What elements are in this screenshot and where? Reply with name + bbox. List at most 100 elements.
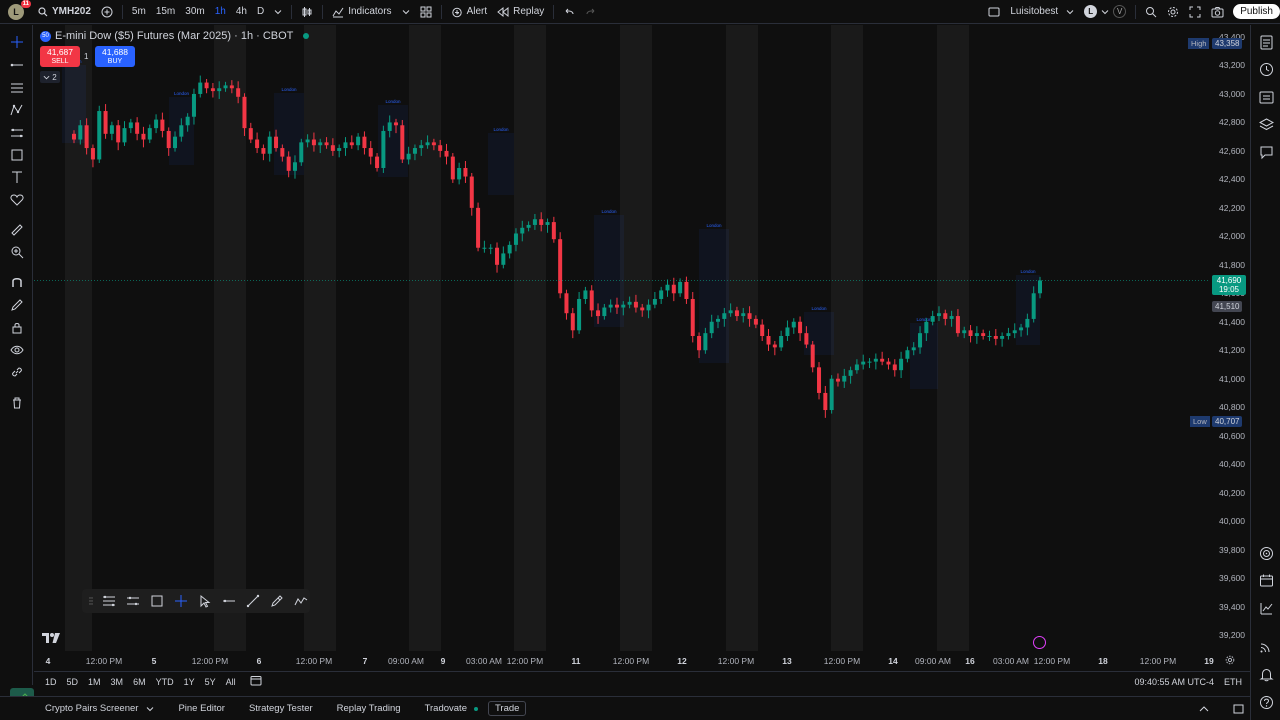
calendar-button[interactable]	[1257, 571, 1275, 589]
fullscreen-button[interactable]	[1184, 0, 1206, 24]
sell-button[interactable]: 41,687 SELL	[40, 46, 80, 67]
buy-button[interactable]: 41,688 BUY	[95, 46, 135, 67]
object-tree-button[interactable]	[1257, 88, 1275, 106]
fav-cursor-button[interactable]	[195, 592, 214, 611]
time-axis-settings-button[interactable]	[1225, 655, 1235, 668]
watchlist-button[interactable]	[1257, 33, 1275, 51]
layout-menu[interactable]: Luisitobest	[983, 0, 1079, 24]
hide-drawings-tool[interactable]	[8, 341, 25, 358]
range-1m[interactable]: 1M	[83, 677, 106, 687]
tab-replay-trading[interactable]: Replay Trading	[325, 703, 413, 714]
zoom-tool[interactable]	[8, 243, 25, 260]
favorites-tool[interactable]	[8, 191, 25, 208]
trade-button[interactable]: Trade	[487, 701, 527, 716]
range-1d[interactable]: 1D	[40, 677, 62, 687]
price-axis[interactable]: 43,400 43,200 43,000 42,800 42,600 42,400 42,2…	[1210, 25, 1250, 651]
quick-search-button[interactable]	[1140, 0, 1162, 24]
hotlists-button[interactable]	[1257, 544, 1275, 562]
fav-rectangle-button[interactable]	[147, 592, 166, 611]
candle-body	[880, 358, 885, 362]
tab-pine-editor[interactable]: Pine Editor	[166, 703, 236, 714]
magnet-tool[interactable]	[8, 273, 25, 290]
time-tick: 03:00 AM	[993, 656, 1029, 666]
collapse-panel-button[interactable]	[1187, 705, 1221, 713]
range-3m[interactable]: 3M	[106, 677, 129, 687]
drag-handle[interactable]	[88, 592, 94, 611]
clock-display[interactable]: 09:40:55 AM UTC-4	[1134, 677, 1214, 687]
interval-5m[interactable]: 5m	[127, 0, 151, 24]
interval-15m[interactable]: 15m	[151, 0, 180, 24]
alert-button[interactable]: Alert	[446, 0, 493, 24]
settings-button[interactable]	[1162, 0, 1184, 24]
candle-body	[198, 82, 203, 94]
indicators-button[interactable]: Indicators	[327, 0, 396, 24]
pattern-tool[interactable]	[8, 101, 25, 118]
redo-button[interactable]	[580, 0, 602, 24]
avatar[interactable]: L 11	[8, 0, 31, 20]
fav-fib-button[interactable]	[99, 592, 118, 611]
pine-screener-button[interactable]	[1257, 599, 1275, 617]
signals-button[interactable]	[1257, 637, 1275, 655]
fav-trendline-button[interactable]	[243, 592, 262, 611]
fav-channel-button[interactable]	[123, 592, 142, 611]
tab-tradovate[interactable]: Tradovate Trade	[413, 701, 539, 716]
fav-path-button[interactable]	[291, 592, 310, 611]
snapshot-button[interactable]	[1206, 0, 1229, 24]
interval-4h[interactable]: 4h	[231, 0, 252, 24]
range-all[interactable]: All	[221, 677, 241, 687]
undo-button[interactable]	[558, 0, 580, 24]
range-5y[interactable]: 5Y	[200, 677, 221, 687]
sync-drawings-tool[interactable]	[8, 363, 25, 380]
indicators-collapse-button[interactable]: 2	[40, 71, 60, 83]
collaborators[interactable]: L V	[1079, 0, 1131, 24]
remove-drawings-tool[interactable]	[8, 394, 25, 411]
publish-button[interactable]: Publish	[1233, 4, 1280, 19]
tab-crypto-screener[interactable]: Crypto Pairs Screener	[0, 703, 166, 714]
lock-tool[interactable]	[8, 319, 25, 336]
time-axis[interactable]: 4 12:00 PM 5 12:00 PM 6 12:00 PM 7 09:00 AM 9 03:…	[34, 651, 1250, 671]
text-tool[interactable]	[8, 168, 25, 185]
replay-button[interactable]: Replay	[492, 0, 549, 24]
forecast-tool[interactable]	[8, 124, 25, 141]
indicators-icon	[332, 7, 344, 17]
user-avatar-l[interactable]: L	[1084, 5, 1098, 18]
crosshair-tool[interactable]	[8, 33, 25, 50]
alerts-button[interactable]	[1257, 60, 1275, 78]
price-chart[interactable]: London London London London London London Lond…	[34, 25, 1250, 671]
goto-date-button[interactable]	[245, 675, 267, 688]
maximize-panel-button[interactable]	[1221, 704, 1250, 714]
account-menu[interactable]: L 11	[0, 0, 31, 24]
fav-crosshair-button[interactable]	[171, 592, 190, 611]
fib-tool[interactable]	[8, 79, 25, 96]
indicators-dropdown[interactable]	[397, 0, 415, 24]
chart-pane[interactable]: London London London London London London Lond…	[34, 25, 1250, 671]
interval-d[interactable]: D	[252, 0, 269, 24]
layers-button[interactable]	[1257, 115, 1275, 133]
compare-button[interactable]	[96, 0, 118, 24]
chart-title[interactable]: E-mini Dow ($5) Futures (Mar 2025) · 1h …	[55, 30, 293, 42]
tab-strategy-tester[interactable]: Strategy Tester	[237, 703, 325, 714]
ruler-tool[interactable]	[8, 221, 25, 238]
chats-button[interactable]	[1257, 143, 1275, 161]
chart-type-button[interactable]	[296, 0, 318, 24]
range-ytd[interactable]: YTD	[151, 677, 179, 687]
stay-in-draw-tool[interactable]	[8, 296, 25, 313]
fav-brush-button[interactable]	[267, 592, 286, 611]
fav-hline-button[interactable]	[219, 592, 238, 611]
session-toggle[interactable]: ETH	[1224, 677, 1242, 687]
interval-dropdown[interactable]	[269, 0, 287, 24]
tradingview-logo[interactable]	[42, 632, 62, 647]
interval-30m[interactable]: 30m	[180, 0, 209, 24]
range-5d[interactable]: 5D	[62, 677, 84, 687]
go-to-realtime-icon[interactable]	[1033, 636, 1046, 649]
range-1y[interactable]: 1Y	[179, 677, 200, 687]
interval-1h[interactable]: 1h	[210, 0, 231, 24]
range-6m[interactable]: 6M	[128, 677, 151, 687]
notifications-button[interactable]	[1257, 665, 1275, 683]
trend-line-tool[interactable]	[8, 56, 25, 73]
templates-button[interactable]	[415, 0, 437, 24]
symbol-search[interactable]: YMH202	[33, 0, 96, 24]
user-avatar-v[interactable]: V	[1113, 5, 1127, 18]
help-button[interactable]	[1257, 693, 1275, 711]
shapes-tool[interactable]	[8, 146, 25, 163]
